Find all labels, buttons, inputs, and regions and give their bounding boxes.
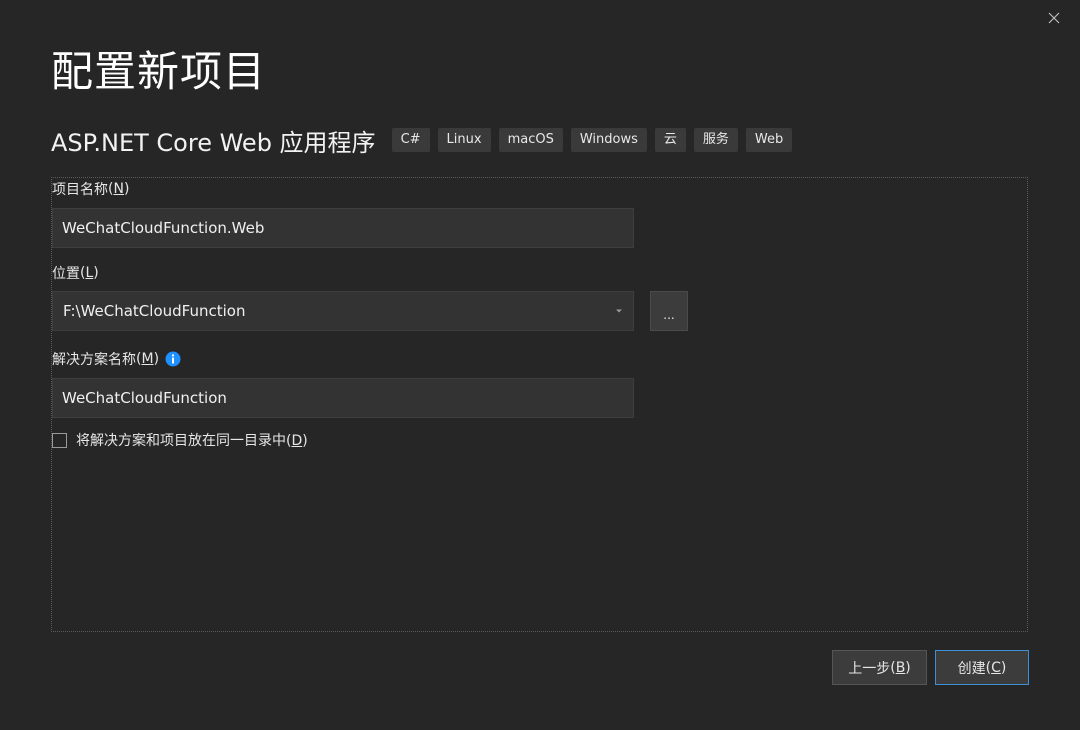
close-button[interactable] xyxy=(1042,6,1066,30)
back-access-key: B xyxy=(895,659,906,676)
tag-cloud: 云 xyxy=(654,128,686,152)
location-access-key: L xyxy=(85,265,94,281)
same-directory-access-key: D xyxy=(291,433,303,449)
location-select[interactable]: F:\WeChatCloudFunction xyxy=(52,291,634,331)
project-name-label: 项目名称(N) xyxy=(52,181,130,198)
same-directory-label-text: 将解决方案和项目放在同一目录中 xyxy=(76,433,286,449)
back-button-label: 上一步 xyxy=(848,660,891,677)
configure-project-dialog: 配置新项目 ASP.NET Core Web 应用程序 C# Linux mac… xyxy=(0,0,1080,730)
page-title: 配置新项目 xyxy=(51,47,267,96)
solution-name-input[interactable] xyxy=(52,378,634,418)
create-access-key: C xyxy=(991,659,1001,676)
same-directory-label: 将解决方案和项目放在同一目录中(D) xyxy=(76,433,308,449)
close-icon xyxy=(1048,12,1060,24)
template-header: ASP.NET Core Web 应用程序 C# Linux macOS Win… xyxy=(51,124,800,157)
tag-service: 服务 xyxy=(693,128,738,152)
back-button[interactable]: 上一步(B) xyxy=(832,650,927,685)
tag-macos: macOS xyxy=(498,128,563,152)
browse-location-button[interactable]: ... xyxy=(650,291,688,331)
project-name-input[interactable] xyxy=(52,208,634,248)
location-label: 位置(L) xyxy=(52,265,99,282)
project-name-access-key: N xyxy=(113,181,124,197)
same-directory-option[interactable]: 将解决方案和项目放在同一目录中(D) xyxy=(52,430,308,450)
solution-name-access-key: M xyxy=(141,351,154,367)
template-name: ASP.NET Core Web 应用程序 xyxy=(51,128,376,157)
tag-linux: Linux xyxy=(437,128,491,152)
dropdown-arrow-icon xyxy=(616,309,622,313)
same-directory-checkbox[interactable] xyxy=(52,432,67,448)
solution-name-label-text: 解决方案名称 xyxy=(52,352,136,368)
create-button-label: 创建 xyxy=(957,660,986,677)
project-name-label-text: 项目名称 xyxy=(52,182,108,198)
solution-name-label: 解决方案名称(M) xyxy=(52,349,181,369)
tag-web: Web xyxy=(745,128,793,152)
location-label-text: 位置 xyxy=(52,266,80,282)
location-value: F:\WeChatCloudFunction xyxy=(63,302,246,320)
tag-windows: Windows xyxy=(570,128,647,152)
tag-csharp: C# xyxy=(391,128,430,152)
create-button[interactable]: 创建(C) xyxy=(935,650,1029,685)
form-area: 项目名称(N) 位置(L) F:\WeChatCloudFunction ...… xyxy=(51,177,1028,632)
info-icon[interactable] xyxy=(165,351,181,367)
